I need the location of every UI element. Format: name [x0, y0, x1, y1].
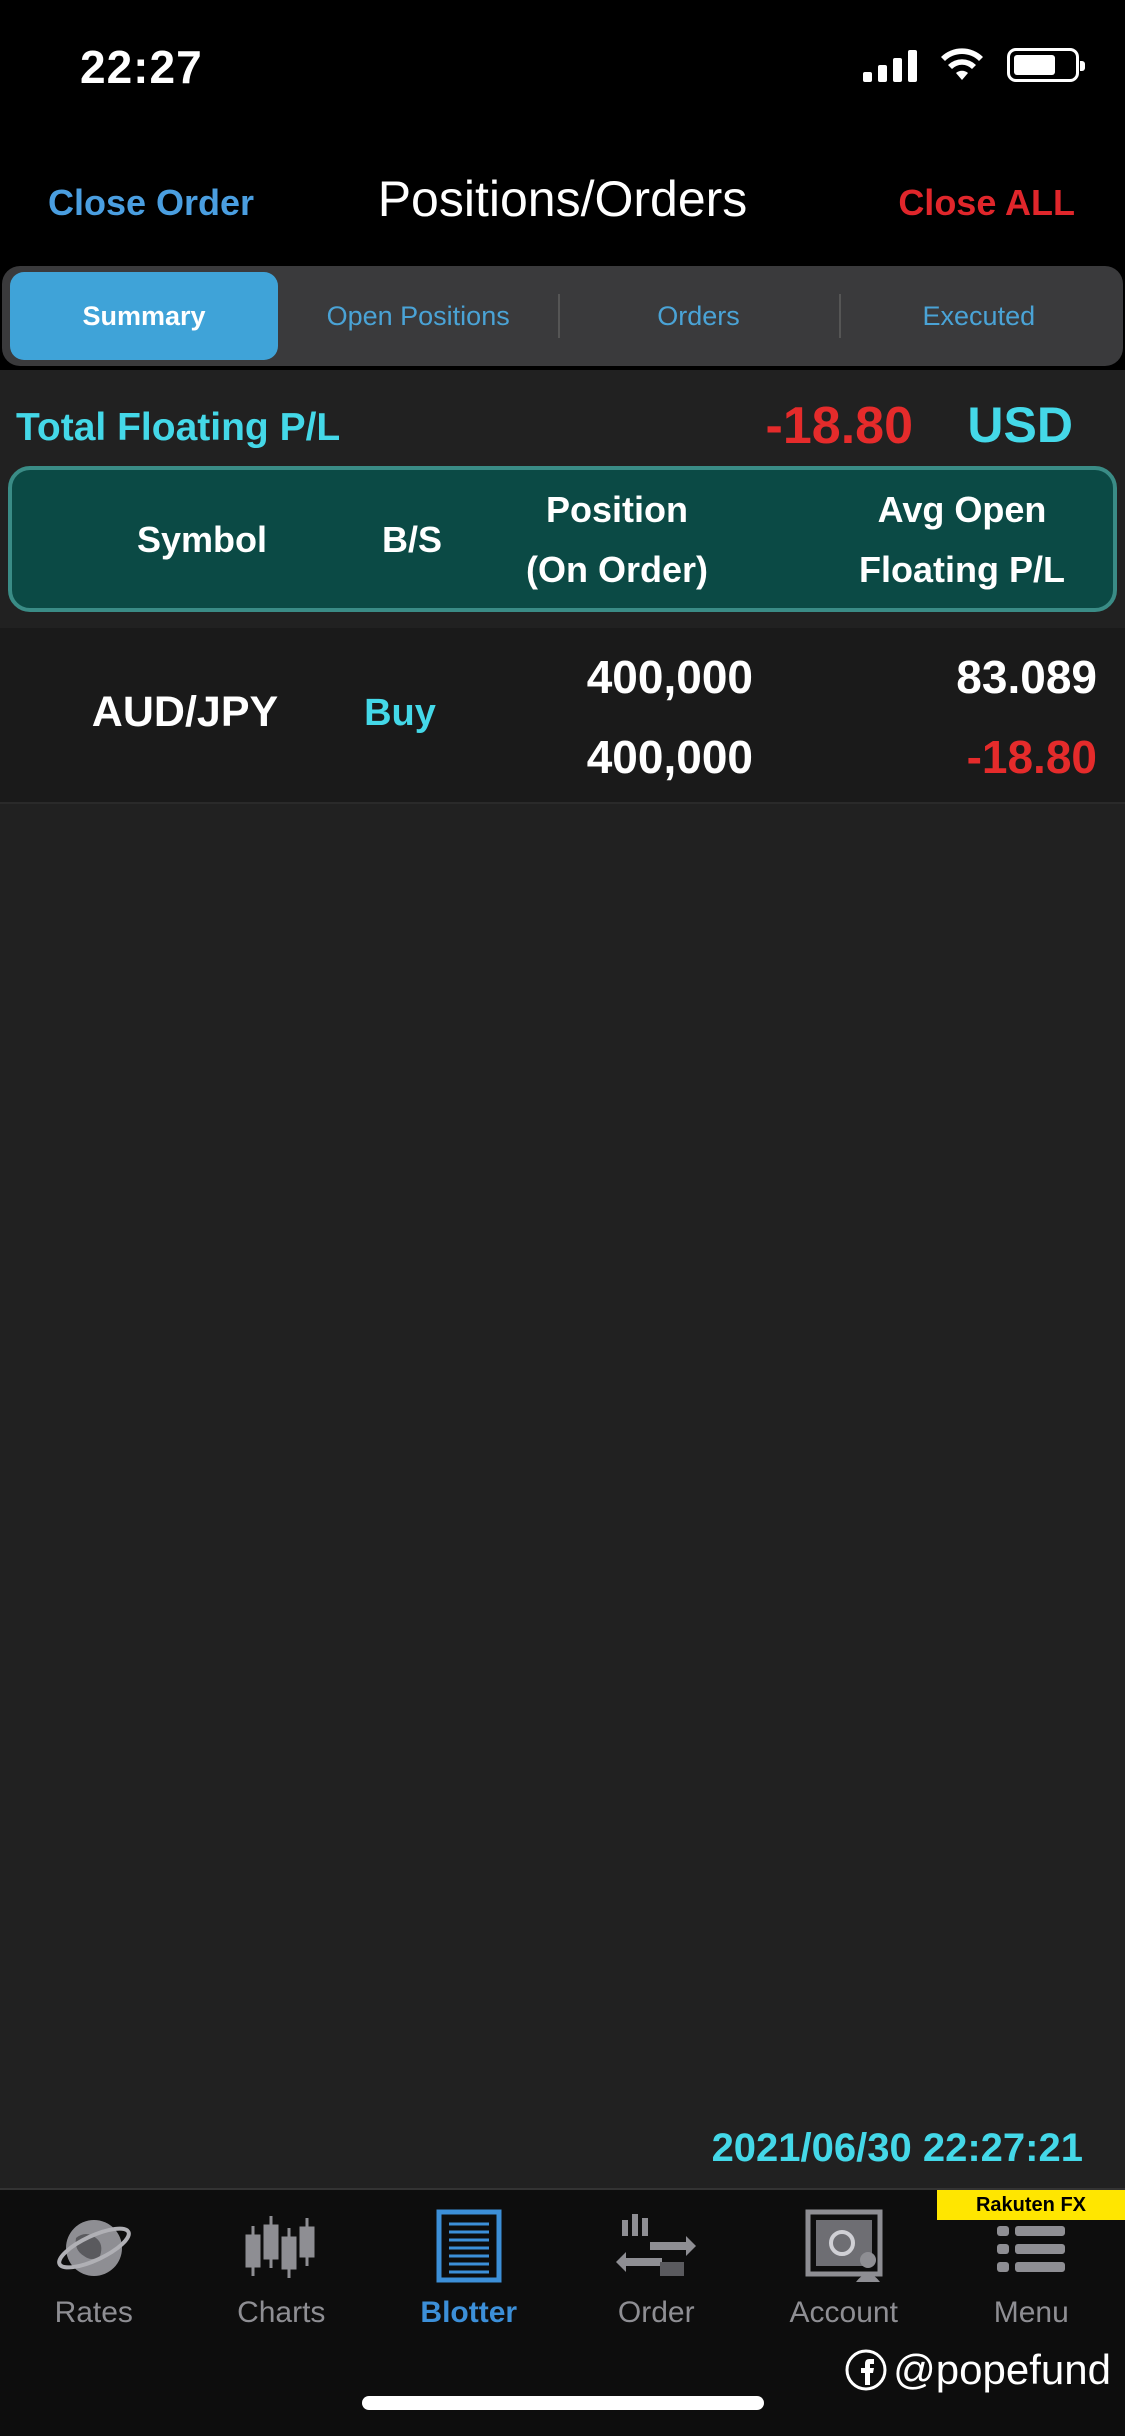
table-row[interactable]: AUD/JPY Buy 400,000 400,000 83.089 -18.8… — [0, 628, 1125, 804]
order-icon — [616, 2214, 697, 2276]
tab-blotter-label: Blotter — [420, 2296, 518, 2329]
battery-icon — [1007, 48, 1085, 82]
nav-header: Close Order Positions/Orders Close ALL — [0, 140, 1125, 266]
row-buy-sell: Buy — [364, 692, 436, 734]
watermark: @popefund — [845, 2346, 1111, 2394]
close-all-button[interactable]: Close ALL — [898, 182, 1075, 224]
safe-icon — [805, 2209, 883, 2282]
row-position: 400,000 — [586, 651, 753, 703]
status-bar: 22:27 — [0, 0, 1125, 140]
tab-rates[interactable]: Rates — [0, 2190, 188, 2340]
brand-badge: Rakuten FX — [937, 2190, 1125, 2220]
watermark-handle: @popefund — [893, 2346, 1111, 2393]
row-floating-pl: -18.80 — [966, 731, 1097, 783]
header-bs: B/S — [381, 519, 442, 560]
tab-executed[interactable]: Executed — [838, 272, 1119, 360]
wifi-icon — [941, 48, 983, 80]
tab-menu-label: Menu — [993, 2296, 1069, 2329]
facebook-icon — [845, 2349, 887, 2391]
tab-order-label: Order — [617, 2296, 695, 2329]
globe-icon — [56, 2220, 131, 2276]
total-floating-label: Total Floating P/L — [16, 406, 341, 449]
tab-charts[interactable]: Charts — [188, 2190, 376, 2340]
tab-rates-label: Rates — [54, 2296, 133, 2329]
header-symbol: Symbol — [136, 519, 268, 560]
status-time: 22:27 — [80, 41, 203, 93]
candlestick-icon — [245, 2216, 315, 2278]
tab-account-label: Account — [789, 2296, 898, 2329]
segment-control-wrapper: Summary Open Positions Orders Executed — [0, 266, 1125, 370]
cellular-signal-icon — [863, 48, 917, 82]
blotter-icon — [436, 2209, 502, 2283]
header-avg-open: Avg Open Floating P/L — [812, 480, 1112, 600]
tab-blotter[interactable]: Blotter — [375, 2190, 563, 2340]
total-currency: USD — [967, 397, 1073, 453]
row-on-order: 400,000 — [586, 731, 753, 783]
table-header: Symbol B/S Position (On Order) Avg Open … — [8, 466, 1117, 612]
row-avg-open: 83.089 — [956, 651, 1097, 703]
tab-summary[interactable]: Summary — [10, 272, 278, 360]
status-icons — [863, 48, 1085, 82]
header-position: Position (On Order) — [492, 480, 742, 600]
total-floating-value: -18.80 — [765, 397, 913, 455]
header-avg-line2: Floating P/L — [859, 549, 1065, 590]
header-position-line1: Position — [546, 489, 688, 530]
tab-open-positions[interactable]: Open Positions — [278, 272, 558, 360]
header-avg-line1: Avg Open — [877, 489, 1047, 530]
tab-charts-label: Charts — [237, 2296, 326, 2329]
home-indicator[interactable] — [362, 2396, 764, 2410]
tab-orders[interactable]: Orders — [558, 272, 838, 360]
row-symbol: AUD/JPY — [91, 688, 279, 736]
tab-order[interactable]: Order — [563, 2190, 751, 2340]
update-timestamp: 2021/06/30 22:27:21 — [711, 2126, 1083, 2170]
total-floating-row: Total Floating P/L -18.80 USD — [0, 386, 1125, 458]
tab-account[interactable]: Account — [750, 2190, 938, 2340]
segment-control: Summary Open Positions Orders Executed — [2, 266, 1123, 366]
header-position-line2: (On Order) — [525, 549, 708, 590]
